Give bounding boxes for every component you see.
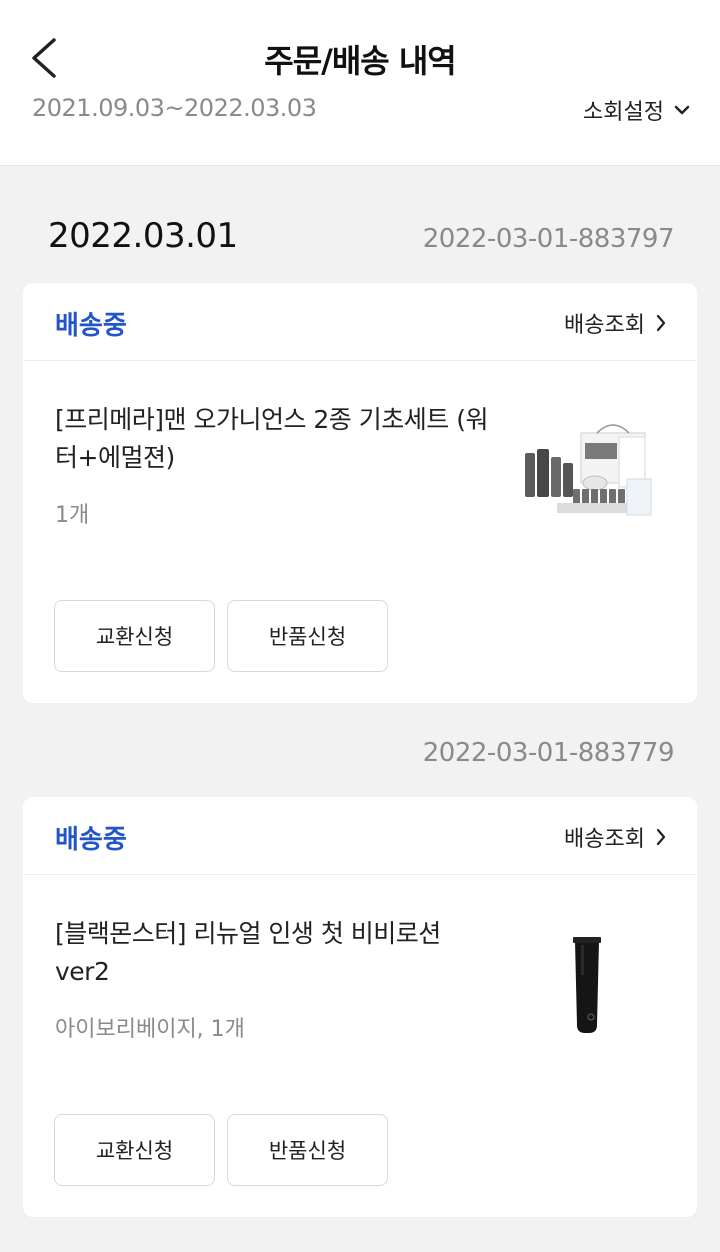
product-option: 아이보리베이지, 1개 xyxy=(55,1017,245,1042)
track-delivery-label: 배송조회 xyxy=(564,827,645,852)
status-badge: 배송중 xyxy=(55,825,127,855)
exchange-request-button[interactable]: 교환신청 xyxy=(54,600,215,672)
page-title: 주문/배송 내역 xyxy=(264,42,456,80)
header: 주문/배송 내역 2021.09.03~2022.03.03 소회설정 xyxy=(0,0,720,166)
chevron-right-icon xyxy=(656,828,666,846)
track-delivery-button[interactable]: 배송조회 xyxy=(564,307,667,339)
exchange-request-button[interactable]: 교환신청 xyxy=(54,1114,215,1186)
order-card: 배송중 배송조회 [프리메라]맨 오가니언스 2종 기초세트 (워터+에멀젼) … xyxy=(23,283,697,703)
product-thumbnail[interactable] xyxy=(523,423,653,533)
order-number: 2022-03-01-883797 xyxy=(422,224,675,254)
track-delivery-button[interactable]: 배송조회 xyxy=(564,821,667,853)
return-request-button[interactable]: 반품신청 xyxy=(227,600,388,672)
date-range: 2021.09.03~2022.03.03 xyxy=(32,94,317,122)
chevron-down-icon xyxy=(674,105,690,115)
product-option: 1개 xyxy=(55,503,90,528)
return-request-button[interactable]: 반품신청 xyxy=(227,1114,388,1186)
product-thumbnail[interactable] xyxy=(523,937,653,1047)
track-delivery-label: 배송조회 xyxy=(564,313,645,338)
order-card: 배송중 배송조회 [블랙몬스터] 리뉴얼 인생 첫 비비로션 ver2 아이보리… xyxy=(23,797,697,1217)
filter-settings-button[interactable]: 소회설정 xyxy=(583,94,690,126)
product-name[interactable]: [블랙몬스터] 리뉴얼 인생 첫 비비로션 ver2 xyxy=(55,915,495,991)
filter-settings-label: 소회설정 xyxy=(583,100,664,125)
status-badge: 배송중 xyxy=(55,311,127,341)
order-number: 2022-03-01-883779 xyxy=(422,738,675,768)
chevron-right-icon xyxy=(656,314,666,332)
product-name[interactable]: [프리메라]맨 오가니언스 2종 기초세트 (워터+에멀젼) xyxy=(55,401,495,477)
order-date: 2022.03.01 xyxy=(48,216,238,256)
order-card-header: 배송중 배송조회 xyxy=(23,797,697,875)
order-card-header: 배송중 배송조회 xyxy=(23,283,697,361)
